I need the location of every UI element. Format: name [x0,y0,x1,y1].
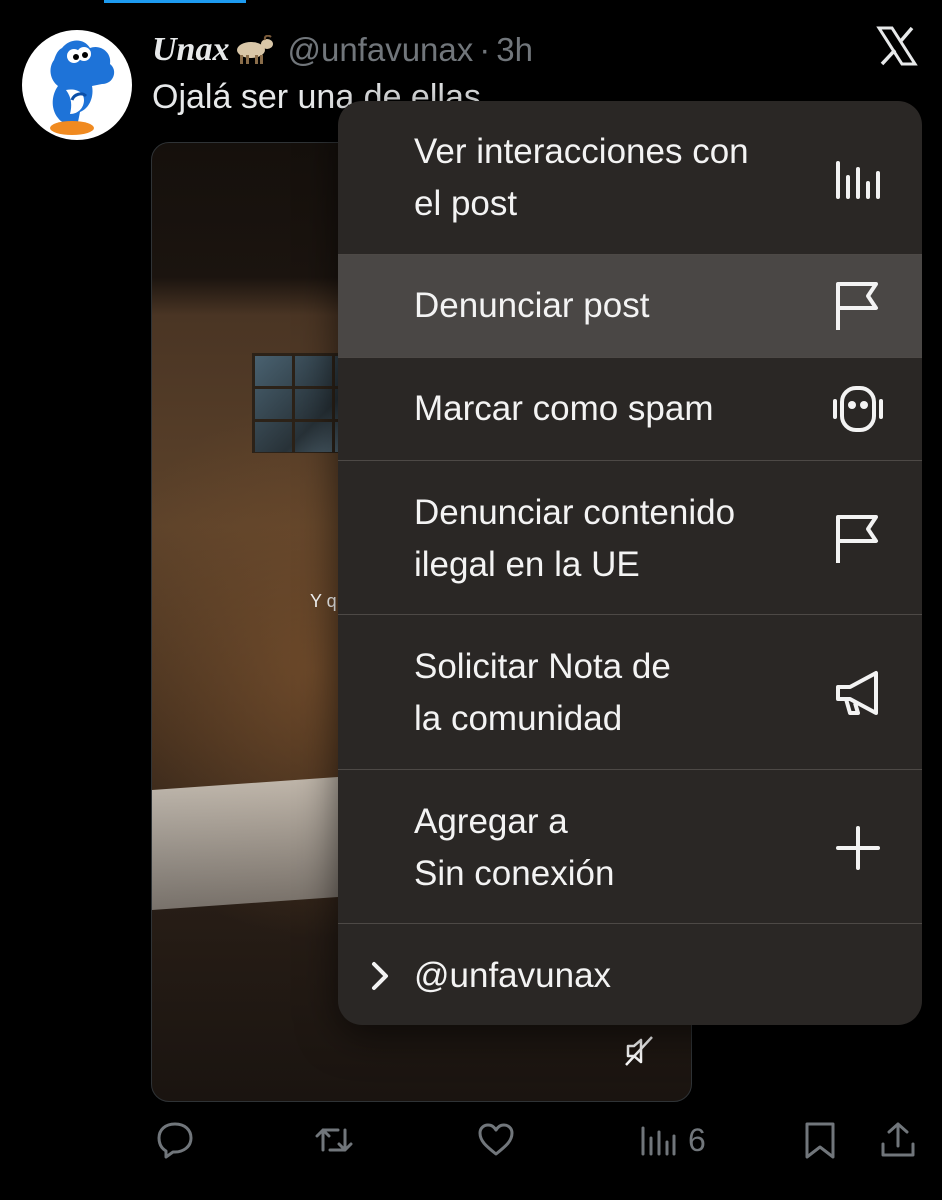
views-button[interactable]: 6 [638,1110,706,1170]
goat-emoji-icon [237,35,274,64]
megaphone-icon [836,671,878,715]
menu-item-report-post[interactable]: Denunciar post [338,255,922,357]
repost-icon [315,1128,353,1152]
active-tab-indicator [104,0,246,3]
video-frame-table [152,776,352,910]
menu-item-request-community-note[interactable]: Solicitar Nota de la comunidad [338,615,922,769]
share-button[interactable] [878,1110,918,1170]
heart-icon [478,1123,514,1156]
menu-item-label: Denunciar post [414,286,650,325]
avatar-yoshi-image [50,40,115,135]
video-caption: Y q [310,591,337,611]
menu-item-label: Agregar a Sin conexión [414,802,615,893]
chart-bars-icon [836,161,880,199]
repost-button[interactable] [314,1110,354,1170]
reply-button[interactable] [155,1110,195,1170]
menu-item-user-profile[interactable]: @unfavunax [338,924,922,1025]
muted-speaker-icon[interactable] [620,1031,660,1071]
views-chart-icon [641,1126,676,1156]
menu-item-label: @unfavunax [414,956,612,995]
menu-item-label: Denunciar contenido ilegal en la UE [414,493,736,584]
menu-item-add-offline[interactable]: Agregar a Sin conexión [338,770,922,923]
menu-item-report-illegal-eu[interactable]: Denunciar contenido ilegal en la UE [338,461,922,614]
robot-icon [833,386,883,432]
display-name[interactable]: Unax [152,31,229,69]
share-icon [881,1122,915,1157]
chevron-right-icon [372,962,388,990]
flag-icon [836,515,878,563]
menu-item-label: Marcar como spam [414,389,714,428]
post-action-bar: 6 [0,1110,942,1180]
avatar[interactable] [22,30,132,140]
menu-item-mark-spam[interactable]: Marcar como spam [338,358,922,460]
views-count: 6 [688,1121,706,1158]
post-timestamp[interactable]: 3h [496,31,533,69]
x-logo-icon[interactable] [876,26,918,66]
menu-item-view-engagements[interactable]: Ver interacciones con el post [338,101,922,254]
flag-icon [836,282,878,330]
bookmark-button[interactable] [800,1110,840,1170]
menu-item-label: Solicitar Nota de la comunidad [414,647,671,738]
meta-separator: · [479,31,491,68]
bookmark-icon [805,1122,835,1159]
menu-item-label: Ver interacciones con el post [414,132,749,223]
user-handle[interactable]: @unfavunax [287,31,473,69]
like-button[interactable] [476,1110,516,1170]
plus-icon [836,826,880,870]
post-options-menu: Ver interacciones con el post Denunciar … [338,101,922,1025]
post-header: Unax @unfavunax · 3h [152,28,533,72]
reply-icon [157,1122,193,1159]
